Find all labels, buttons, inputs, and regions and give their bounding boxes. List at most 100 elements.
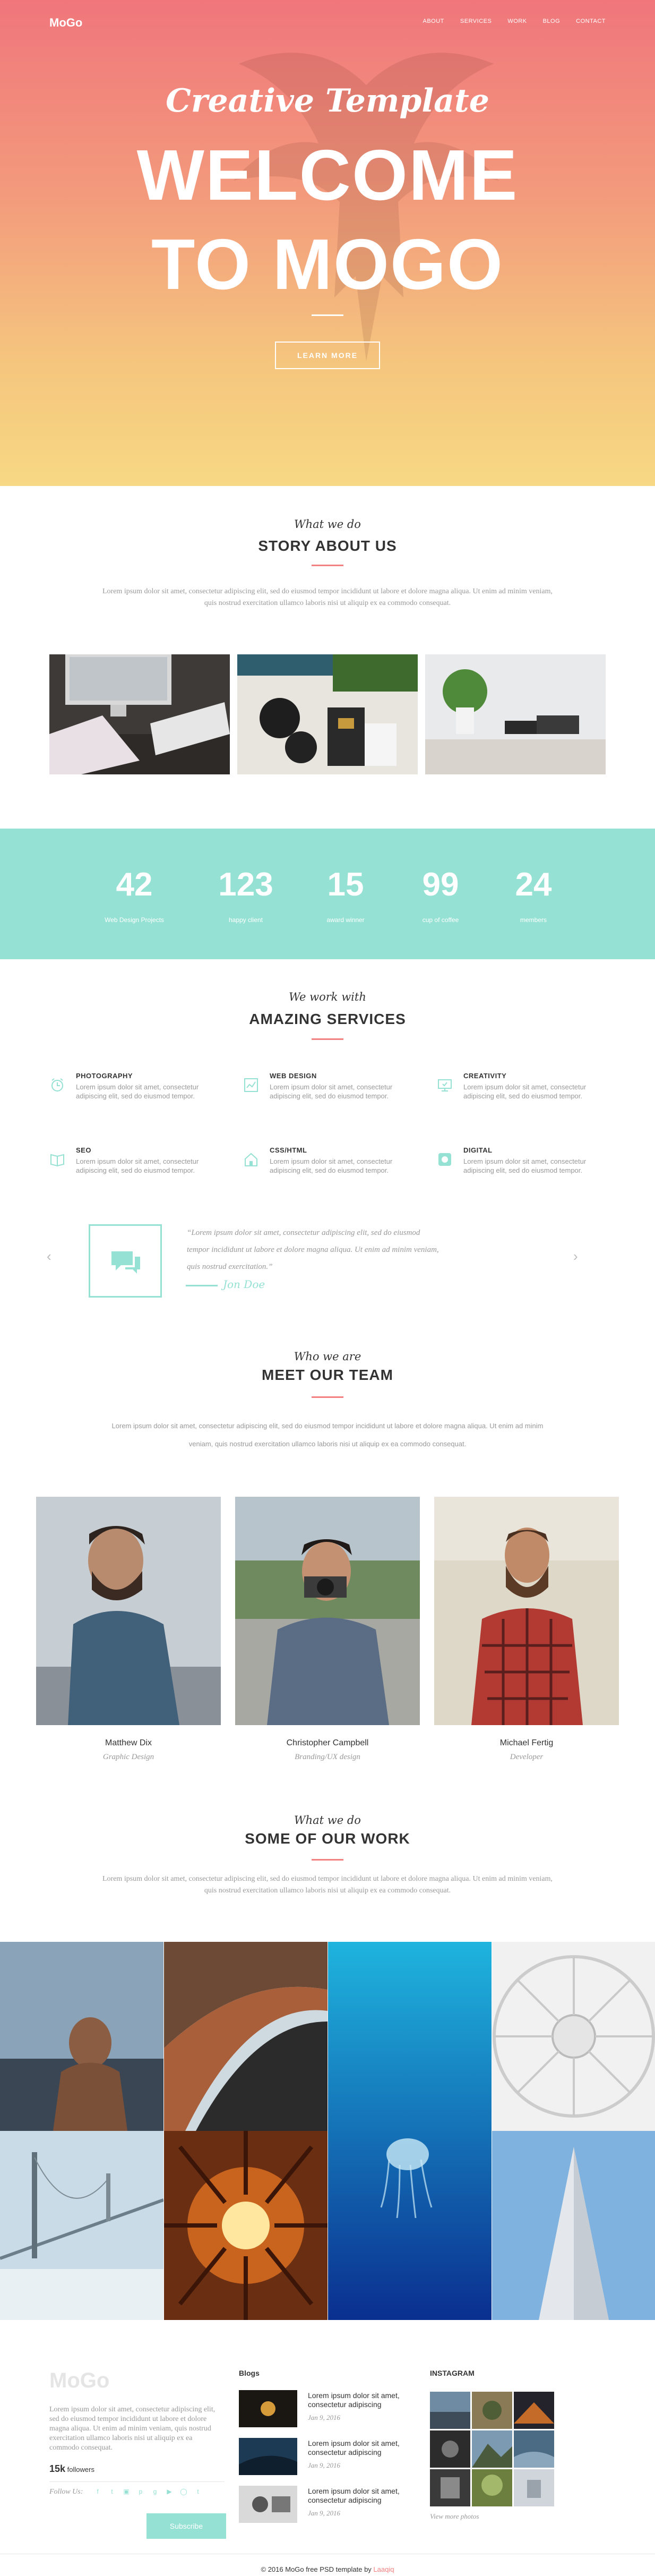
- blogs-title: Blogs: [239, 2369, 260, 2377]
- blog-title: Lorem ipsum dolor sit amet, consectetur …: [308, 2487, 400, 2504]
- team-script: Who we are: [294, 1350, 361, 1363]
- testimonial-quote: “Lorem ipsum dolor sit amet, consectetur…: [187, 1229, 439, 1271]
- service-desc: Lorem ipsum dolor sit amet, consectetur …: [76, 1157, 199, 1174]
- dribbble-icon[interactable]: ◯: [179, 2487, 188, 2496]
- story-script: What we do: [294, 518, 361, 531]
- team-text: Lorem ipsum dolor sit amet, consectetur …: [111, 1422, 544, 1448]
- instagram-photo[interactable]: [514, 2469, 554, 2506]
- hero-title-line-2: TO MOGO: [151, 224, 504, 304]
- instagram-icon[interactable]: ▣: [122, 2487, 131, 2496]
- service-title: WEB DESIGN: [270, 1072, 317, 1080]
- work-item-tower-sun[interactable]: [164, 2131, 328, 2320]
- footer-logo[interactable]: MoGo: [49, 2369, 109, 2393]
- team-photo-matthew[interactable]: [36, 1497, 221, 1725]
- hero-subtitle: Creative Template: [166, 82, 489, 120]
- youtube-icon[interactable]: ▶: [165, 2487, 174, 2496]
- blog-item[interactable]: Lorem ipsum dolor sit amet, consectetur …: [239, 2486, 414, 2524]
- instagram-photo[interactable]: [430, 2392, 470, 2429]
- twitter-icon[interactable]: t: [108, 2487, 116, 2496]
- team-member-name: Matthew Dix: [105, 1738, 152, 1747]
- monitor-icon: [438, 1079, 452, 1091]
- team-photo-christopher[interactable]: [235, 1497, 420, 1725]
- work-item-skyscraper[interactable]: [492, 2131, 655, 2320]
- instagram-photo[interactable]: [430, 2469, 470, 2506]
- story-image-headphones: [237, 654, 418, 774]
- stat-number: 123: [218, 866, 273, 903]
- story-title: STORY ABOUT US: [258, 538, 397, 554]
- view-more-photos-link[interactable]: View more photos: [430, 2512, 479, 2521]
- services-divider: [312, 1038, 343, 1040]
- service-creativity[interactable]: CREATIVITY Lorem ipsum dolor sit amet, c…: [437, 1072, 596, 1114]
- services-script: We work with: [289, 991, 366, 1003]
- service-web-design[interactable]: WEB DESIGN Lorem ipsum dolor sit amet, c…: [243, 1072, 402, 1114]
- work-item-foggy-bridge[interactable]: [0, 2131, 163, 2320]
- blog-thumb: [239, 2486, 297, 2523]
- team-member-name: Christopher Campbell: [286, 1738, 369, 1747]
- instagram-photo[interactable]: [472, 2392, 512, 2429]
- stat-number: 15: [327, 866, 364, 903]
- instagram-photo[interactable]: [472, 2430, 512, 2468]
- followers-count: 15k: [49, 2463, 66, 2474]
- blog-item[interactable]: Lorem ipsum dolor sit amet, consectetur …: [239, 2390, 414, 2428]
- testimonial-icon-box: [89, 1224, 162, 1298]
- instagram-photo[interactable]: [514, 2392, 554, 2429]
- menu-item-about[interactable]: ABOUT: [423, 18, 444, 24]
- work-item-dome-ceiling[interactable]: [492, 1942, 655, 2131]
- instagram-photo[interactable]: [514, 2430, 554, 2468]
- main-menu: ABOUT SERVICES WORK BLOG CONTACT: [423, 18, 606, 24]
- subscribe-button[interactable]: Subscribe: [146, 2513, 226, 2539]
- tumblr-icon[interactable]: t: [194, 2487, 202, 2496]
- learn-more-button[interactable]: LEARN MORE: [275, 342, 380, 369]
- work-item-bridge-underside[interactable]: [164, 1942, 328, 2131]
- stat-label: happy client: [228, 916, 263, 924]
- blog-thumb: [239, 2390, 297, 2427]
- footer-about-text: Lorem ipsum dolor sit amet, consectetur …: [49, 2406, 216, 2452]
- hero-title-line-1: WELCOME: [136, 135, 519, 215]
- menu-item-work[interactable]: WORK: [507, 18, 527, 24]
- social-links: f t ▣ p g ▶ ◯ t: [93, 2487, 202, 2496]
- testimonial-next-arrow[interactable]: ›: [573, 1248, 578, 1265]
- blog-title: Lorem ipsum dolor sit amet, consectetur …: [308, 2391, 400, 2409]
- site-logo[interactable]: MoGo: [49, 16, 82, 30]
- instagram-photo[interactable]: [472, 2469, 512, 2506]
- blog-date: Jan 9, 2016: [308, 2509, 341, 2517]
- team-member-name: Michael Fertig: [499, 1738, 554, 1747]
- pinterest-icon[interactable]: p: [136, 2487, 145, 2496]
- stats-band: 42 Web Design Projects 123 happy client …: [0, 829, 655, 959]
- work-script: What we do: [294, 1814, 361, 1827]
- team-member-role: Graphic Design: [102, 1753, 154, 1761]
- work-item-man-mountains[interactable]: [0, 1942, 163, 2131]
- service-photography[interactable]: PHOTOGRAPHY Lorem ipsum dolor sit amet, …: [49, 1072, 209, 1114]
- team-divider: [312, 1396, 343, 1398]
- follow-us-label: Follow Us:: [49, 2488, 83, 2496]
- menu-item-contact[interactable]: CONTACT: [576, 18, 606, 24]
- service-seo[interactable]: SEO Lorem ipsum dolor sit amet, consecte…: [49, 1146, 209, 1189]
- team-title: MEET OUR TEAM: [262, 1367, 393, 1383]
- copyright: © 2016 MoGo free PSD template by Laaqiq: [0, 2565, 655, 2573]
- stat-label: Web Design Projects: [105, 916, 164, 924]
- testimonial-author-line: [186, 1285, 218, 1286]
- service-desc: Lorem ipsum dolor sit amet, consectetur …: [270, 1157, 393, 1174]
- work-item-jellyfish[interactable]: [328, 1942, 492, 2320]
- team-member-role: Branding/UX design: [295, 1753, 360, 1761]
- blog-item[interactable]: Lorem ipsum dolor sit amet, consectetur …: [239, 2438, 414, 2476]
- service-title: CREATIVITY: [463, 1072, 507, 1080]
- copyright-author-link[interactable]: Laaqiq: [373, 2565, 394, 2573]
- instagram-photo[interactable]: [430, 2430, 470, 2468]
- services-title: AMAZING SERVICES: [249, 1011, 406, 1027]
- testimonial-prev-arrow[interactable]: ‹: [47, 1248, 51, 1265]
- stat-number: 99: [422, 866, 459, 903]
- service-title: PHOTOGRAPHY: [76, 1072, 133, 1080]
- menu-item-blog[interactable]: BLOG: [543, 18, 561, 24]
- hero-section: MoGo ABOUT SERVICES WORK BLOG CONTACT Cr…: [0, 0, 655, 486]
- service-digital[interactable]: DIGITAL Lorem ipsum dolor sit amet, cons…: [437, 1146, 596, 1189]
- google-plus-icon[interactable]: g: [151, 2487, 159, 2496]
- team-photo-michael[interactable]: [434, 1497, 619, 1725]
- service-css-html[interactable]: CSS/HTML Lorem ipsum dolor sit amet, con…: [243, 1146, 402, 1189]
- testimonial-author: Jon Doe: [223, 1278, 265, 1291]
- menu-item-services[interactable]: SERVICES: [460, 18, 492, 24]
- chat-bubbles-icon: [111, 1251, 140, 1274]
- facebook-icon[interactable]: f: [93, 2487, 102, 2496]
- blog-date: Jan 9, 2016: [308, 2413, 341, 2421]
- work-text: Lorem ipsum dolor sit amet, consectetur …: [102, 1875, 553, 1895]
